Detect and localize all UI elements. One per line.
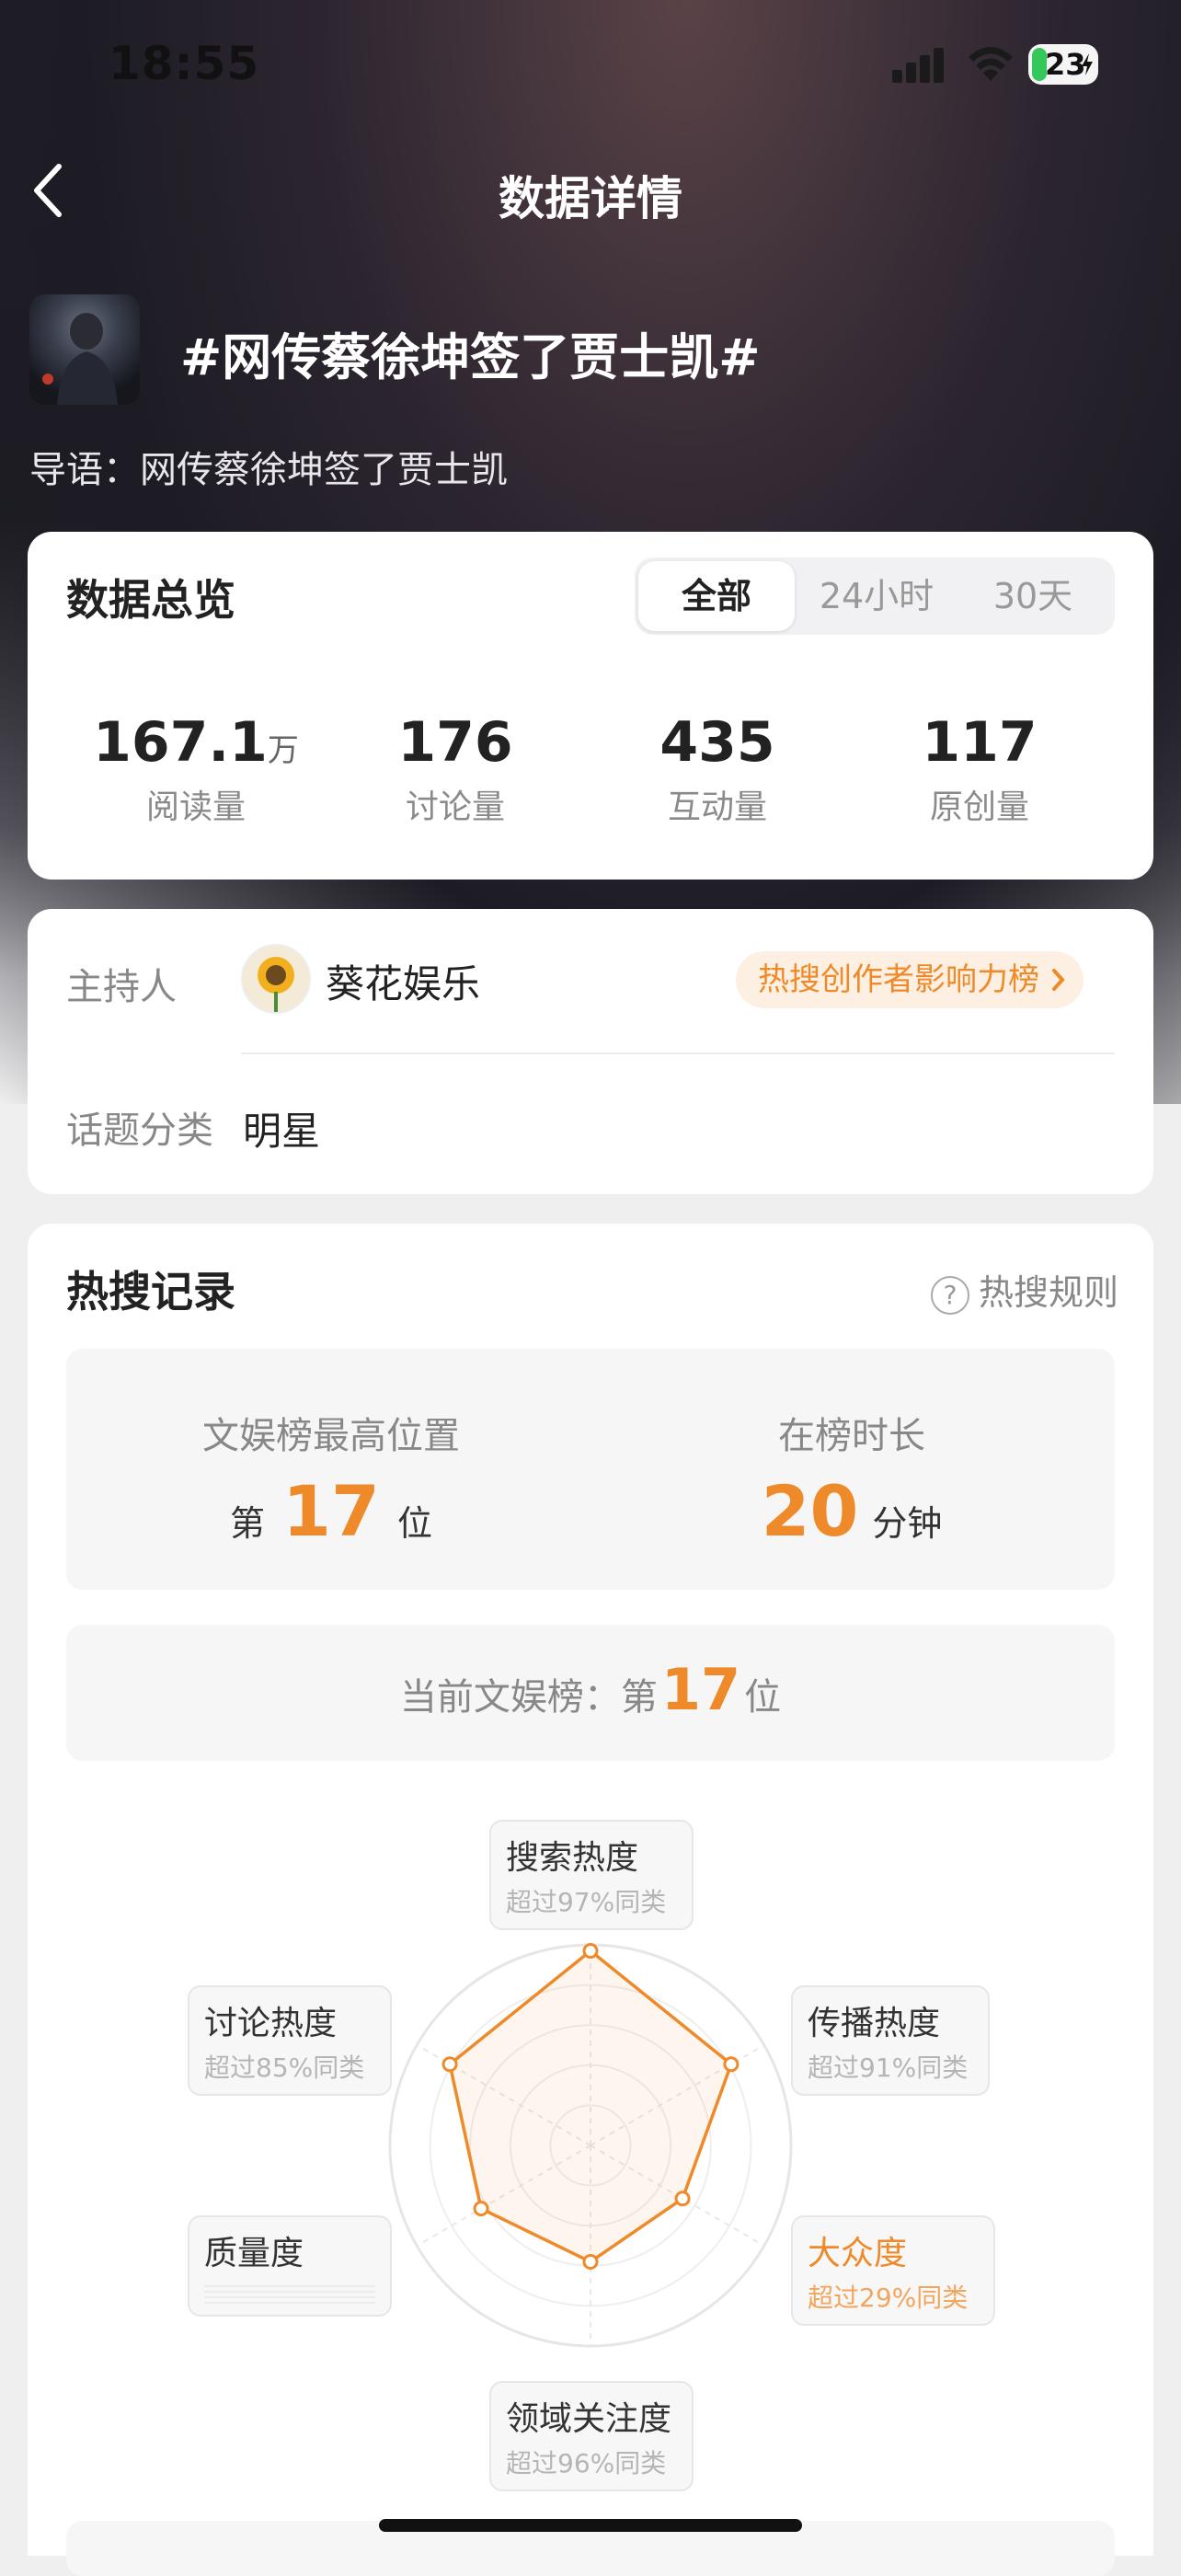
time-range-tabs: 全部 24小时 30天 bbox=[635, 558, 1115, 635]
stat-label: 讨论量 bbox=[405, 788, 505, 826]
radar-tag-note: 超过91%同类 bbox=[808, 2053, 969, 2083]
duration-label: 在榜时长 bbox=[778, 1415, 925, 1457]
stat-unit: 万 bbox=[267, 732, 299, 769]
stat-value: 117 bbox=[922, 710, 1038, 775]
radar-tag-discussion: 讨论热度 超过85%同类 bbox=[188, 1985, 392, 2096]
topic-title: #网传蔡徐坤签了贾士凯# bbox=[180, 328, 761, 386]
radar-point bbox=[582, 1943, 599, 1960]
hot-record-title: 热搜记录 bbox=[66, 1267, 235, 1317]
peak-prefix: 第 bbox=[230, 1503, 266, 1544]
duration-unit: 分钟 bbox=[872, 1503, 943, 1544]
lead-label: 导语： bbox=[29, 449, 140, 491]
stat-originals: 117 原创量 bbox=[865, 710, 1095, 828]
radar-tag-search: 搜索热度 超过97%同类 bbox=[489, 1820, 694, 1930]
tab-30d[interactable]: 30天 bbox=[955, 558, 1111, 635]
status-time: 18:55 bbox=[109, 37, 260, 90]
charging-bolt-icon bbox=[1082, 53, 1093, 75]
radar-tag-note: 超过29%同类 bbox=[808, 2283, 969, 2313]
cellular-signal-icon bbox=[892, 48, 946, 83]
hot-rules-label: 热搜规则 bbox=[979, 1272, 1119, 1313]
radar-tag-name: 领域关注度 bbox=[506, 2400, 672, 2438]
peak-position-label: 文娱榜最高位置 bbox=[202, 1415, 460, 1457]
radar-tag-note: 超过97%同类 bbox=[506, 1887, 667, 1917]
battery-icon: 23 bbox=[1028, 44, 1098, 85]
radar-tag-field-attention: 领域关注度 超过96%同类 bbox=[489, 2381, 694, 2491]
creator-rank-link[interactable]: 热搜创作者影响力榜 bbox=[736, 951, 1084, 1008]
host-avatar[interactable] bbox=[241, 944, 311, 1014]
stat-label: 互动量 bbox=[667, 788, 767, 826]
stat-value: 435 bbox=[659, 710, 775, 775]
duration-value: 20 分钟 bbox=[668, 1470, 1036, 1552]
peak-position-value: 第 17 位 bbox=[147, 1470, 515, 1552]
home-indicator bbox=[379, 2519, 802, 2532]
radar-tag-name: 讨论热度 bbox=[204, 2005, 338, 2042]
radar-point bbox=[674, 2191, 691, 2207]
peak-number: 17 bbox=[282, 1470, 380, 1552]
current-rank-suffix: 位 bbox=[744, 1676, 782, 1719]
current-rank: 当前文娱榜：第17 位 bbox=[66, 1656, 1115, 1723]
overview-title: 数据总览 bbox=[66, 575, 235, 625]
tab-all[interactable]: 全部 bbox=[638, 561, 795, 631]
radar-point bbox=[441, 2056, 458, 2073]
radar-tag-popularity: 大众度 超过29%同类 bbox=[791, 2215, 995, 2326]
ranking-summary-box bbox=[66, 1349, 1115, 1590]
stat-value: 167.1 bbox=[93, 710, 268, 775]
chevron-right-icon bbox=[1052, 969, 1065, 991]
radar-tag-spread: 传播热度 超过91%同类 bbox=[791, 1985, 990, 2096]
radar-point bbox=[473, 2201, 489, 2217]
wifi-icon bbox=[969, 47, 1013, 81]
creator-rank-label: 热搜创作者影响力榜 bbox=[758, 961, 1039, 998]
hot-rules-link[interactable]: ? 热搜规则 bbox=[931, 1264, 1118, 1315]
radar-tag-quality: 质量度 bbox=[188, 2215, 392, 2317]
stat-interactions: 435 互动量 bbox=[602, 710, 832, 828]
radar-point bbox=[723, 2056, 740, 2073]
stat-value: 176 bbox=[397, 710, 513, 775]
category-label: 话题分类 bbox=[66, 1110, 213, 1152]
current-rank-prefix: 当前文娱榜：第 bbox=[399, 1676, 658, 1719]
stat-label: 阅读量 bbox=[145, 788, 246, 826]
radar-tag-name: 大众度 bbox=[808, 2235, 908, 2272]
peak-suffix: 位 bbox=[396, 1503, 432, 1544]
page-title: 数据详情 bbox=[499, 172, 682, 225]
stat-label: 原创量 bbox=[929, 788, 1029, 826]
question-icon: ? bbox=[931, 1275, 969, 1315]
host-label: 主持人 bbox=[66, 966, 177, 1008]
heat-radar-chart bbox=[388, 1943, 793, 2348]
divider bbox=[241, 1052, 1115, 1054]
lead-text: 网传蔡徐坤签了贾士凯 bbox=[140, 449, 508, 491]
stat-reads: 167.1万 阅读量 bbox=[81, 710, 311, 828]
radar-tag-note: 超过85%同类 bbox=[204, 2053, 365, 2083]
radar-tag-name: 搜索热度 bbox=[506, 1839, 639, 1877]
stat-discussions: 176 讨论量 bbox=[340, 710, 570, 828]
radar-tag-note: 超过96%同类 bbox=[506, 2448, 667, 2478]
category-value: 明星 bbox=[243, 1109, 321, 1154]
quality-placeholder-bar bbox=[204, 2285, 375, 2306]
topic-lead: 导语：网传蔡徐坤签了贾士凯 bbox=[29, 440, 508, 493]
topic-cover-image bbox=[29, 294, 140, 405]
radar-point bbox=[582, 2253, 599, 2270]
tab-24h[interactable]: 24小时 bbox=[798, 558, 955, 635]
radar-tag-name: 传播热度 bbox=[808, 2005, 941, 2042]
radar-tag-name: 质量度 bbox=[204, 2235, 304, 2272]
host-name[interactable]: 葵花娱乐 bbox=[326, 953, 480, 1009]
duration-number: 20 bbox=[761, 1470, 859, 1552]
current-rank-number: 17 bbox=[660, 1656, 741, 1723]
